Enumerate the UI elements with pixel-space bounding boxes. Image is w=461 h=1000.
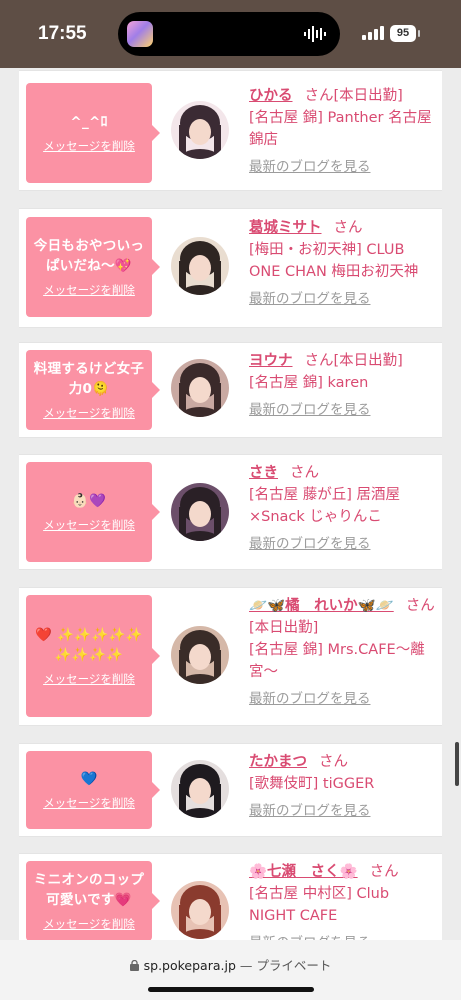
name-line: さき さん bbox=[249, 462, 439, 484]
avatar-photo bbox=[171, 359, 229, 417]
message-bubble: 今日もおやついっぱいだね〜💖 メッセージを削除 bbox=[26, 217, 160, 317]
avatar[interactable] bbox=[171, 237, 229, 295]
delete-message-link[interactable]: メッセージを削除 bbox=[43, 916, 135, 932]
message-text: 今日もおやついっぱいだね〜💖 bbox=[33, 238, 145, 274]
avatar-photo bbox=[171, 101, 229, 159]
message-text: ❤️ ✨✨✨✨✨ ✨✨✨✨ bbox=[35, 627, 143, 663]
message-card: ^_^ﾛ メッセージを削除 ひかる さん[本日出勤] [名古屋 錦] Panthe… bbox=[19, 70, 442, 191]
status-time: 17:55 bbox=[38, 23, 87, 44]
latest-blog-link[interactable]: 最新のブログを見る bbox=[249, 400, 439, 420]
cast-name-link[interactable]: 🌸七瀬 さく🌸 bbox=[249, 864, 358, 880]
avatar[interactable] bbox=[171, 626, 229, 684]
shop-link[interactable]: [梅田・お初天神] CLUB ONE CHAN 梅田お初天神 bbox=[249, 239, 439, 283]
cast-info: 🪐🦋橘 れいか🦋🪐 さん[本日出勤] [名古屋 錦] Mrs.CAFE〜離宮〜 最… bbox=[249, 595, 439, 709]
latest-blog-link[interactable]: 最新のブログを見る bbox=[249, 289, 439, 309]
avatar-photo bbox=[171, 237, 229, 295]
scrollbar[interactable] bbox=[455, 742, 459, 786]
delete-message-link[interactable]: メッセージを削除 bbox=[43, 795, 135, 811]
avatar[interactable] bbox=[171, 359, 229, 417]
app-icon bbox=[127, 21, 153, 47]
name-suffix: さん bbox=[369, 864, 399, 880]
message-card: 料理するけど女子力0🫠 メッセージを削除 ヨウナ さん[本日出勤] [名古屋 錦]… bbox=[19, 342, 442, 438]
cast-name-link[interactable]: 葛城ミサト bbox=[249, 220, 322, 236]
message-text: 👶🏻💜 bbox=[71, 493, 107, 509]
name-suffix: さん bbox=[319, 754, 348, 770]
name-suffix: さん bbox=[290, 465, 319, 481]
battery-icon: 95 bbox=[390, 25, 416, 42]
avatar-photo bbox=[171, 626, 229, 684]
message-card: 今日もおやついっぱいだね〜💖 メッセージを削除 葛城ミサト さん [梅田・お初天神… bbox=[19, 208, 442, 328]
cast-name-link[interactable]: たかまつ bbox=[249, 754, 307, 770]
cast-name-link[interactable]: 🪐🦋橘 れいか🦋🪐 bbox=[249, 598, 394, 614]
name-suffix: さん[本日出勤] bbox=[304, 88, 403, 104]
latest-blog-link[interactable]: 最新のブログを見る bbox=[249, 801, 439, 821]
shop-link[interactable]: [名古屋 錦] Mrs.CAFE〜離宮〜 bbox=[249, 639, 439, 683]
avatar[interactable] bbox=[171, 760, 229, 818]
cast-info: たかまつ さん [歌舞伎町] tiGGER 最新のブログを見る bbox=[249, 751, 439, 821]
avatar[interactable] bbox=[171, 881, 229, 939]
dynamic-island bbox=[118, 12, 340, 56]
name-line: 葛城ミサト さん bbox=[249, 217, 439, 239]
message-bubble: ❤️ ✨✨✨✨✨ ✨✨✨✨ メッセージを削除 bbox=[26, 595, 160, 717]
avatar[interactable] bbox=[171, 101, 229, 159]
cast-name-link[interactable]: ひかる bbox=[249, 88, 293, 104]
message-card: 💙 メッセージを削除 たかまつ さん [歌舞伎町] tiGGER 最新のブログを見… bbox=[19, 743, 442, 837]
cast-info: 葛城ミサト さん [梅田・お初天神] CLUB ONE CHAN 梅田お初天神 最… bbox=[249, 217, 439, 309]
status-bar: 17:55 95 bbox=[0, 0, 461, 68]
name-line: ヨウナ さん[本日出勤] bbox=[249, 350, 439, 372]
home-indicator bbox=[148, 987, 314, 992]
message-bubble: ^_^ﾛ メッセージを削除 bbox=[26, 83, 160, 183]
latest-blog-link[interactable]: 最新のブログを見る bbox=[249, 534, 439, 554]
latest-blog-link[interactable]: 最新のブログを見る bbox=[249, 689, 439, 709]
url-domain: sp.pokepara.jp bbox=[143, 958, 236, 973]
audio-wave-icon bbox=[304, 26, 326, 42]
delete-message-link[interactable]: メッセージを削除 bbox=[43, 671, 135, 687]
message-card: ミニオンのコップ可愛いです💗 メッセージを削除 🌸七瀬 さく🌸 さん [名古屋 中… bbox=[19, 853, 442, 951]
cast-name-link[interactable]: ヨウナ bbox=[249, 353, 293, 369]
cast-info: さき さん [名古屋 藤が丘] 居酒屋×Snack じゃりんこ 最新のブログを見る bbox=[249, 462, 439, 554]
message-bubble: 料理するけど女子力0🫠 メッセージを削除 bbox=[26, 350, 160, 430]
message-card: 👶🏻💜 メッセージを削除 さき さん [名古屋 藤が丘] 居酒屋×Snack じゃ… bbox=[19, 454, 442, 570]
message-bubble: 👶🏻💜 メッセージを削除 bbox=[26, 462, 160, 562]
url-display[interactable]: sp.pokepara.jp — プライベート bbox=[0, 955, 461, 974]
shop-link[interactable]: [歌舞伎町] tiGGER bbox=[249, 773, 439, 795]
name-line: たかまつ さん bbox=[249, 751, 439, 773]
message-bubble: ミニオンのコップ可愛いです💗 メッセージを削除 bbox=[26, 861, 160, 941]
private-mode-label: — プライベート bbox=[239, 958, 332, 973]
avatar-photo bbox=[171, 483, 229, 541]
shop-link[interactable]: [名古屋 藤が丘] 居酒屋×Snack じゃりんこ bbox=[249, 484, 439, 528]
lock-icon bbox=[129, 959, 139, 971]
delete-message-link[interactable]: メッセージを削除 bbox=[43, 405, 135, 421]
avatar-photo bbox=[171, 881, 229, 939]
name-line: 🌸七瀬 さく🌸 さん bbox=[249, 861, 439, 883]
name-line: 🪐🦋橘 れいか🦋🪐 さん[本日出勤] bbox=[249, 595, 439, 639]
delete-message-link[interactable]: メッセージを削除 bbox=[43, 517, 135, 533]
name-suffix: さん bbox=[333, 220, 363, 236]
message-text: ミニオンのコップ可愛いです💗 bbox=[33, 872, 145, 908]
shop-link[interactable]: [名古屋 錦] Panther 名古屋錦店 bbox=[249, 107, 439, 151]
delete-message-link[interactable]: メッセージを削除 bbox=[43, 138, 135, 154]
battery-tip bbox=[418, 30, 420, 37]
delete-message-link[interactable]: メッセージを削除 bbox=[43, 282, 135, 298]
shop-link[interactable]: [名古屋 中村区] Club NIGHT CAFE bbox=[249, 883, 439, 927]
signal-icon bbox=[362, 26, 384, 40]
message-text: 料理するけど女子力0🫠 bbox=[33, 361, 145, 397]
cast-name-link[interactable]: さき bbox=[249, 465, 278, 481]
avatar[interactable] bbox=[171, 483, 229, 541]
avatar-photo bbox=[171, 760, 229, 818]
message-text: ^_^ﾛ bbox=[70, 114, 108, 130]
message-text: 💙 bbox=[80, 771, 98, 787]
cast-info: ひかる さん[本日出勤] [名古屋 錦] Panther 名古屋錦店 最新のブログ… bbox=[249, 85, 439, 177]
cast-info: ヨウナ さん[本日出勤] [名古屋 錦] karen 最新のブログを見る bbox=[249, 350, 439, 420]
latest-blog-link[interactable]: 最新のブログを見る bbox=[249, 157, 439, 177]
message-bubble: 💙 メッセージを削除 bbox=[26, 751, 160, 829]
shop-link[interactable]: [名古屋 錦] karen bbox=[249, 372, 439, 394]
name-suffix: さん[本日出勤] bbox=[304, 353, 403, 369]
name-line: ひかる さん[本日出勤] bbox=[249, 85, 439, 107]
message-card: ❤️ ✨✨✨✨✨ ✨✨✨✨ メッセージを削除 🪐🦋橘 れいか🦋🪐 さん[本日出勤]… bbox=[19, 587, 442, 726]
